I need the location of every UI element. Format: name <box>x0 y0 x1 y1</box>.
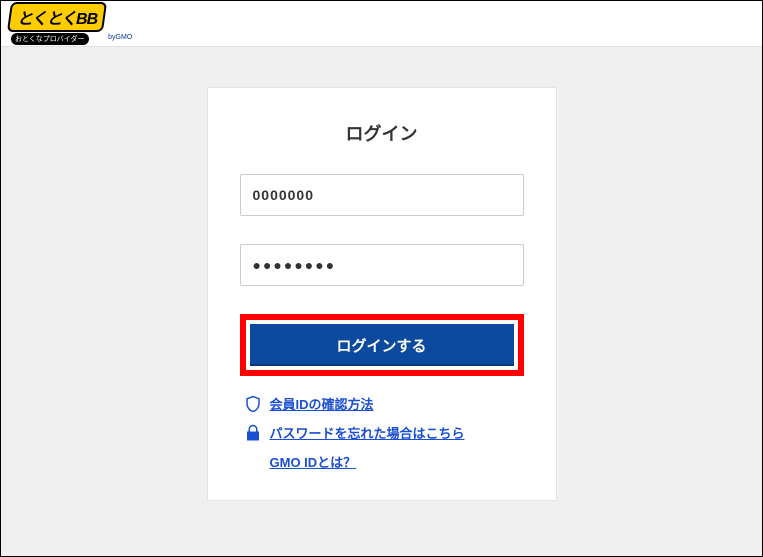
logo-subtitle: おとくなプロバイダー <box>11 33 89 45</box>
logo-text: とくとくBB <box>17 5 97 29</box>
logo-badge: とくとくBB <box>7 2 107 32</box>
gmo-id-link[interactable]: GMO IDとは？ <box>270 455 357 470</box>
help-links: 会員IDの確認方法 パスワードを忘れた場合はこちら GMO IDとは？ <box>240 394 524 472</box>
forgot-password-link[interactable]: パスワードを忘れた場合はこちら <box>270 423 465 442</box>
confirm-id-row: 会員IDの確認方法 <box>244 394 524 413</box>
brand-logo: とくとくBB おとくなプロバイダー byGMO <box>9 2 132 45</box>
header: とくとくBB おとくなプロバイダー byGMO <box>1 1 762 47</box>
forgot-pw-row: パスワードを忘れた場合はこちら <box>244 423 524 442</box>
password-input[interactable] <box>240 244 524 286</box>
login-button[interactable]: ログインする <box>250 324 514 366</box>
member-id-input[interactable] <box>240 174 524 216</box>
main-area: ログイン ログインする 会員IDの確認方法 パスワードを忘れた場合はこちら GM… <box>1 47 762 501</box>
gmo-id-row: GMO IDとは？ <box>244 452 524 472</box>
login-title: ログイン <box>240 120 524 146</box>
lock-icon <box>244 424 262 442</box>
confirm-id-link[interactable]: 会員IDの確認方法 <box>270 394 374 413</box>
login-button-highlight: ログインする <box>240 314 524 376</box>
shield-icon <box>244 395 262 413</box>
login-card: ログイン ログインする 会員IDの確認方法 パスワードを忘れた場合はこちら GM… <box>207 87 557 501</box>
logo-gmo-text: byGMO <box>108 34 132 41</box>
